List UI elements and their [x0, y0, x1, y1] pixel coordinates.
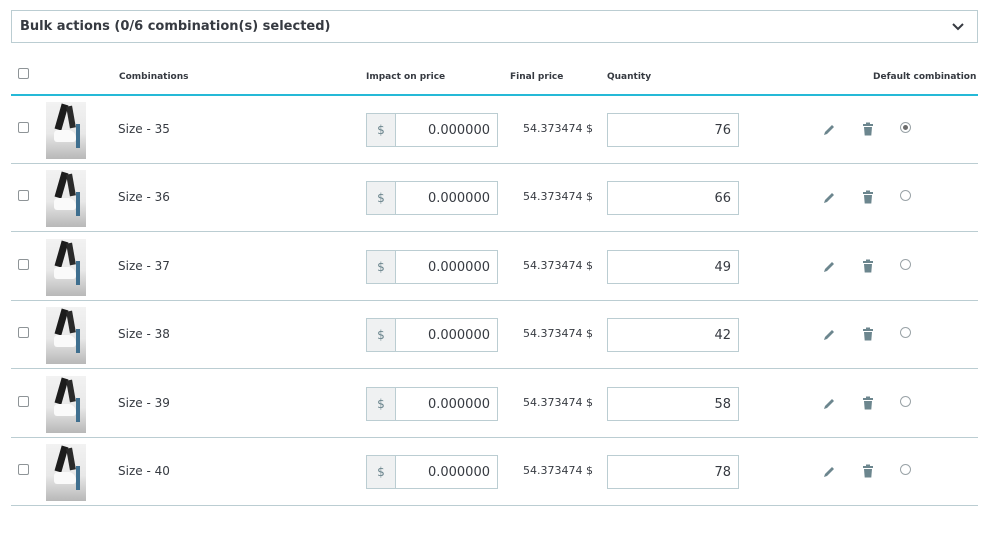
column-header-quantity: Quantity [607, 72, 652, 82]
impact-on-price-input[interactable]: 0.000000 [396, 456, 497, 488]
quantity-input[interactable]: 66 [607, 181, 739, 215]
default-combination-radio[interactable] [900, 396, 911, 407]
combination-name: Size - 39 [118, 396, 170, 410]
row-checkbox[interactable] [18, 396, 29, 407]
combination-name: Size - 37 [118, 259, 170, 273]
trash-icon[interactable] [862, 326, 874, 341]
table-row: Size - 37 $ 0.000000 54.373474 $ 49 [11, 233, 978, 301]
final-price: 54.373474 $ [523, 190, 593, 203]
table-row: Size - 40 $ 0.000000 54.373474 $ 78 [11, 438, 978, 506]
currency-addon: $ [367, 319, 396, 351]
product-thumbnail [46, 307, 86, 364]
trash-icon[interactable] [862, 258, 874, 273]
final-price: 54.373474 $ [523, 396, 593, 409]
impact-on-price-input-group[interactable]: $ 0.000000 [366, 181, 498, 215]
table-header: Combinations Impact on price Final price… [11, 60, 978, 96]
currency-addon: $ [367, 182, 396, 214]
row-checkbox[interactable] [18, 327, 29, 338]
impact-on-price-input-group[interactable]: $ 0.000000 [366, 250, 498, 284]
pencil-icon[interactable] [822, 327, 836, 341]
currency-addon: $ [367, 456, 396, 488]
impact-on-price-input[interactable]: 0.000000 [396, 388, 497, 420]
chevron-down-icon[interactable] [951, 20, 965, 34]
table-row: Size - 38 $ 0.000000 54.373474 $ 42 [11, 301, 978, 369]
default-combination-radio[interactable] [900, 190, 911, 201]
final-price: 54.373474 $ [523, 122, 593, 135]
impact-on-price-input[interactable]: 0.000000 [396, 182, 497, 214]
table-row: Size - 39 $ 0.000000 54.373474 $ 58 [11, 370, 978, 438]
product-thumbnail [46, 376, 86, 433]
impact-on-price-input[interactable]: 0.000000 [396, 319, 497, 351]
column-header-final-price: Final price [510, 72, 564, 82]
default-combination-radio[interactable] [900, 122, 911, 133]
final-price: 54.373474 $ [523, 464, 593, 477]
trash-icon[interactable] [862, 189, 874, 204]
column-header-impact-on-price: Impact on price [366, 72, 446, 82]
impact-on-price-input-group[interactable]: $ 0.000000 [366, 318, 498, 352]
pencil-icon[interactable] [822, 464, 836, 478]
select-all-checkbox[interactable] [18, 68, 29, 79]
row-checkbox[interactable] [18, 259, 29, 270]
currency-addon: $ [367, 388, 396, 420]
pencil-icon[interactable] [822, 396, 836, 410]
combination-name: Size - 35 [118, 122, 170, 136]
quantity-input[interactable]: 49 [607, 250, 739, 284]
product-thumbnail [46, 170, 86, 227]
table-row: Size - 35 $ 0.000000 54.373474 $ 76 [11, 96, 978, 164]
impact-on-price-input-group[interactable]: $ 0.000000 [366, 455, 498, 489]
final-price: 54.373474 $ [523, 259, 593, 272]
table-row: Size - 36 $ 0.000000 54.373474 $ 66 [11, 164, 978, 232]
product-thumbnail [46, 444, 86, 501]
pencil-icon[interactable] [822, 259, 836, 273]
quantity-input[interactable]: 78 [607, 455, 739, 489]
trash-icon[interactable] [862, 121, 874, 136]
default-combination-radio[interactable] [900, 259, 911, 270]
quantity-input[interactable]: 42 [607, 318, 739, 352]
quantity-input[interactable]: 76 [607, 113, 739, 147]
impact-on-price-input[interactable]: 0.000000 [396, 114, 497, 146]
column-header-combinations: Combinations [119, 72, 189, 82]
trash-icon[interactable] [862, 395, 874, 410]
currency-addon: $ [367, 251, 396, 283]
product-thumbnail [46, 102, 86, 159]
default-combination-radio[interactable] [900, 327, 911, 338]
combination-name: Size - 36 [118, 190, 170, 204]
quantity-input[interactable]: 58 [607, 387, 739, 421]
impact-on-price-input-group[interactable]: $ 0.000000 [366, 113, 498, 147]
trash-icon[interactable] [862, 463, 874, 478]
impact-on-price-input[interactable]: 0.000000 [396, 251, 497, 283]
pencil-icon[interactable] [822, 190, 836, 204]
combination-name: Size - 38 [118, 327, 170, 341]
final-price: 54.373474 $ [523, 327, 593, 340]
default-combination-radio[interactable] [900, 464, 911, 475]
row-checkbox[interactable] [18, 464, 29, 475]
combination-name: Size - 40 [118, 464, 170, 478]
currency-addon: $ [367, 114, 396, 146]
bulk-actions-label: Bulk actions (0/6 combination(s) selecte… [20, 19, 331, 34]
column-header-default-combination: Default combination [873, 72, 977, 82]
impact-on-price-input-group[interactable]: $ 0.000000 [366, 387, 498, 421]
pencil-icon[interactable] [822, 122, 836, 136]
row-checkbox[interactable] [18, 122, 29, 133]
row-checkbox[interactable] [18, 190, 29, 201]
bulk-actions-dropdown[interactable]: Bulk actions (0/6 combination(s) selecte… [11, 10, 978, 43]
product-thumbnail [46, 239, 86, 296]
